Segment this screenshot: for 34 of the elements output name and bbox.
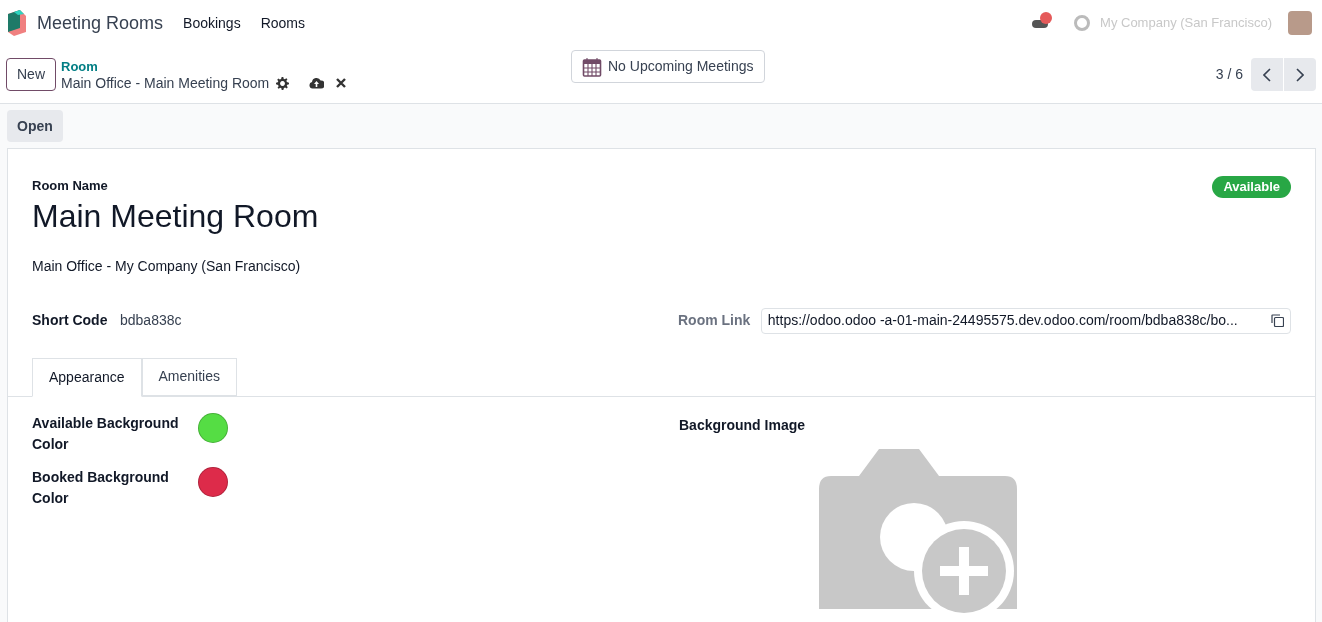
next-button[interactable]: [1284, 58, 1316, 91]
field-label: Short Code: [32, 311, 109, 330]
tab[interactable]: Amenities: [141, 357, 237, 396]
field-label: Available Background Color: [32, 413, 180, 454]
room-link-field[interactable]: https://odoo.odoo -a-01-main-24495575.dev.odoo.com/room/bdba838c/bo...: [760, 307, 1291, 334]
field-label: Room Name: [32, 177, 109, 195]
pager-value[interactable]: 3 / 6: [1215, 64, 1243, 85]
location-field[interactable]: Main Office - My Company (San Francisco): [32, 257, 301, 274]
color-swatch[interactable]: [198, 412, 228, 443]
tab[interactable]: Appearance: [32, 357, 142, 397]
copy-icon[interactable]: [1271, 314, 1284, 327]
app-name[interactable]: Meeting Rooms: [37, 9, 164, 37]
record-name: Main Office - Main Meeting Room: [61, 74, 270, 92]
short-code-value: bdba838c: [120, 311, 182, 330]
chevron-left-icon: [1263, 67, 1271, 82]
menu-item[interactable]: Rooms: [260, 12, 305, 34]
app-logo-icon[interactable]: [6, 10, 26, 36]
cloud-upload-icon[interactable]: [309, 77, 325, 89]
close-icon[interactable]: [336, 78, 347, 88]
previous-button[interactable]: [1251, 58, 1283, 91]
new-button[interactable]: New: [6, 58, 56, 91]
field-label: Background Image: [679, 416, 806, 433]
chevron-right-icon: [1296, 67, 1304, 82]
status-badge: Available: [1212, 176, 1291, 198]
open-button[interactable]: Open: [7, 110, 63, 142]
calendar-icon: [582, 56, 602, 77]
meetings-button[interactable]: No Upcoming Meetings: [571, 50, 765, 83]
settings-icon[interactable]: [276, 76, 290, 90]
menu-item[interactable]: Bookings: [183, 12, 241, 34]
color-swatch[interactable]: [198, 466, 228, 497]
field-label: Room Link: [677, 311, 752, 330]
breadcrumb-link[interactable]: Room: [61, 57, 347, 75]
room-name-field[interactable]: Main Meeting Room: [32, 195, 319, 236]
field-label: Booked Background Color: [32, 467, 170, 508]
